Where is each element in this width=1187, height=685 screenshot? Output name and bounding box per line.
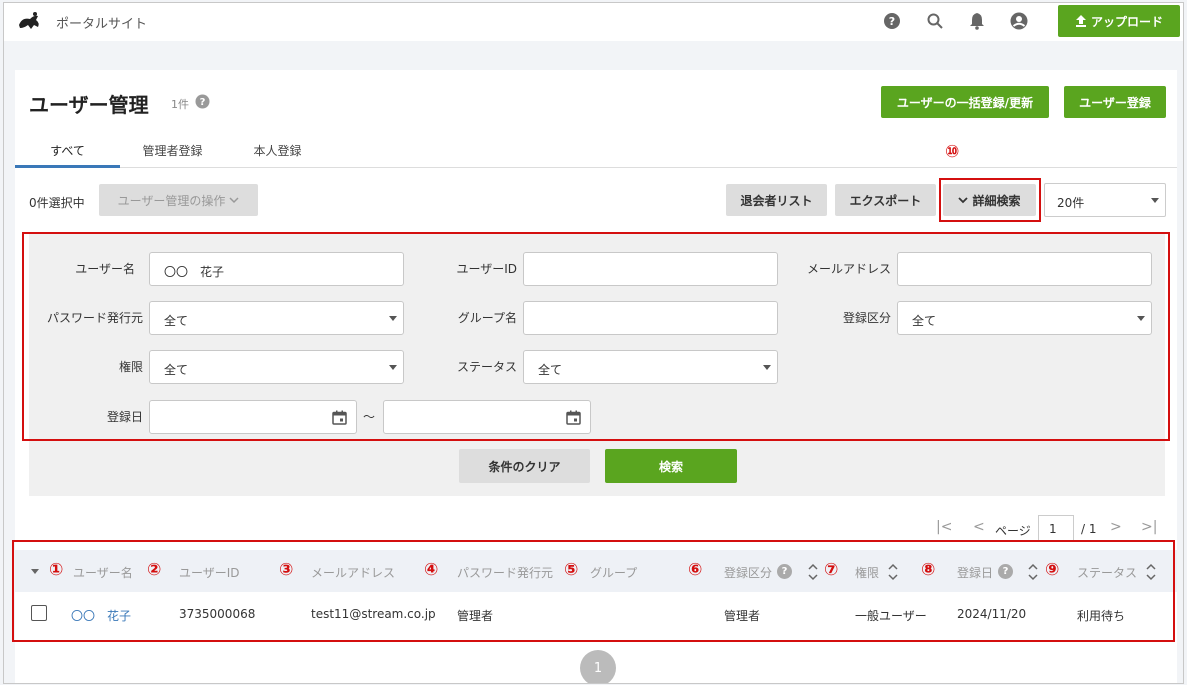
per-page-value: 20件 — [1057, 196, 1085, 210]
next-page-icon[interactable]: > — [1110, 519, 1122, 535]
first-page-icon[interactable]: |< — [936, 519, 952, 535]
upload-label: アップロード — [1090, 14, 1163, 29]
bulk-register-button[interactable]: ユーザーの一括登録/更新 — [881, 86, 1049, 118]
annotation-number-10: ⑩ — [945, 142, 960, 162]
active-tab-indicator — [15, 165, 120, 168]
per-page-select[interactable]: 20件 — [1044, 183, 1166, 217]
bottom-page-indicator[interactable]: 1 — [580, 650, 616, 683]
withdrawn-list-button[interactable]: 退会者リスト — [726, 184, 827, 216]
last-page-icon[interactable]: >| — [1141, 519, 1157, 535]
help-icon[interactable]: ? — [195, 94, 210, 109]
page-title: ユーザー管理 — [29, 93, 149, 117]
upload-button[interactable]: アップロード — [1058, 5, 1180, 37]
search-icon[interactable] — [924, 10, 946, 32]
tab-self-registration[interactable]: 本人登録 — [225, 142, 330, 159]
page-number-input[interactable]: 1 — [1038, 515, 1074, 541]
selected-count: 0件選択中 — [29, 196, 85, 210]
app-title[interactable]: ポータルサイト — [56, 13, 147, 32]
app-window: ポータルサイト ? アップロード ユーザー管理 1件 ? ユーザーの一括登録/更… — [3, 2, 1184, 684]
page-label: ページ — [995, 524, 1031, 538]
logo-icon[interactable] — [16, 9, 42, 33]
svg-text:?: ? — [200, 97, 206, 108]
user-management-card: ユーザー管理 1件 ? ユーザーの一括登録/更新 ユーザー登録 すべて 管理者登… — [12, 70, 1177, 683]
export-button[interactable]: エクスポート — [835, 184, 936, 216]
user-ops-dropdown[interactable]: ユーザー管理の操作 — [99, 184, 258, 216]
account-icon[interactable] — [1008, 10, 1030, 32]
upload-icon — [1075, 15, 1086, 27]
annotation-box-advanced-search — [939, 178, 1041, 222]
tab-bar: すべて 管理者登録 本人登録 — [15, 132, 1177, 168]
top-header: ポータルサイト ? アップロード — [4, 3, 1183, 41]
search-button[interactable]: 検索 — [605, 449, 737, 483]
annotation-box-filter-panel — [22, 232, 1170, 441]
dropdown-caret-icon — [1151, 198, 1159, 203]
register-user-button[interactable]: ユーザー登録 — [1064, 86, 1166, 118]
help-icon[interactable]: ? — [881, 10, 903, 32]
svg-text:?: ? — [889, 15, 895, 28]
annotation-box-table — [12, 540, 1175, 642]
user-count: 1件 — [171, 98, 189, 111]
current-page-value: 1 — [1049, 522, 1057, 536]
tab-admin-registration[interactable]: 管理者登録 — [120, 142, 225, 159]
user-ops-label: ユーザー管理の操作 — [117, 193, 226, 208]
total-pages: / 1 — [1081, 522, 1097, 536]
clear-conditions-button[interactable]: 条件のクリア — [459, 449, 590, 483]
chevron-down-icon — [229, 197, 239, 204]
tab-all[interactable]: すべて — [15, 142, 120, 159]
bell-icon[interactable] — [966, 10, 988, 32]
prev-page-icon[interactable]: < — [973, 519, 985, 535]
